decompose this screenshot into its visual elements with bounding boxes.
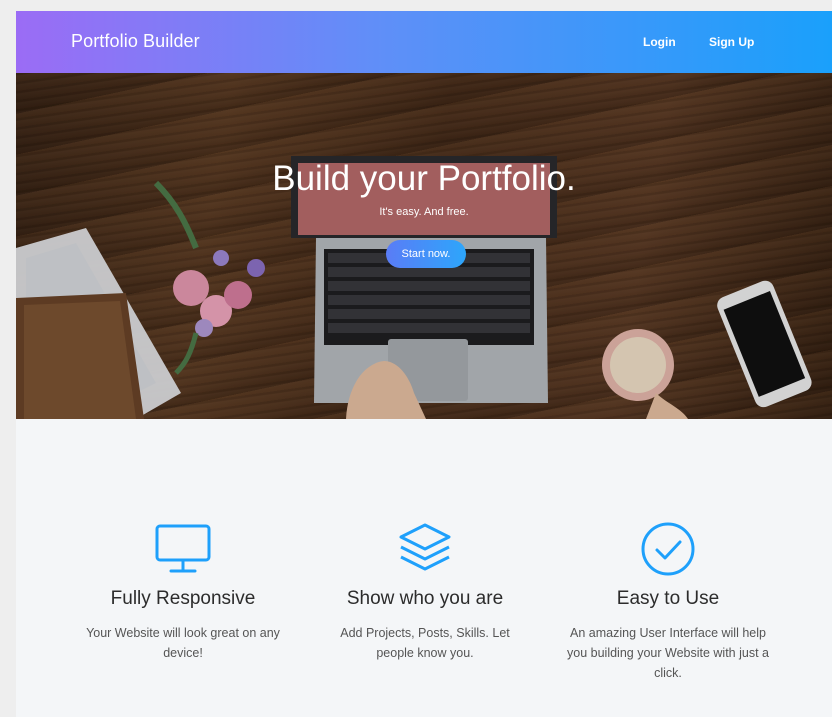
navbar: Portfolio Builder Login Sign Up xyxy=(16,11,832,73)
feature-description: Your Website will look great on any devi… xyxy=(86,626,280,660)
monitor-icon xyxy=(155,524,211,573)
hero-title: Build your Portfolio. xyxy=(272,159,576,198)
start-now-button[interactable]: Start now. xyxy=(386,240,466,268)
page-frame: Portfolio Builder Login Sign Up Build yo… xyxy=(16,11,832,717)
login-link[interactable]: Login xyxy=(643,35,676,49)
feature-title: Fully Responsive xyxy=(110,588,256,609)
hero-subtitle: It's easy. And free. xyxy=(379,206,469,218)
feature-title: Show who you are xyxy=(346,588,504,609)
feature-description: An amazing User Interface will help you … xyxy=(567,626,769,680)
hero-section: Build your Portfolio. It's easy. And fre… xyxy=(16,73,832,419)
feature-title: Easy to Use xyxy=(616,588,720,609)
signup-link[interactable]: Sign Up xyxy=(709,35,754,49)
layers-icon xyxy=(399,523,451,571)
brand-logo[interactable]: Portfolio Builder xyxy=(71,31,200,52)
feature-description: Add Projects, Posts, Skills. Let people … xyxy=(340,626,510,660)
check-circle-icon xyxy=(641,522,695,576)
